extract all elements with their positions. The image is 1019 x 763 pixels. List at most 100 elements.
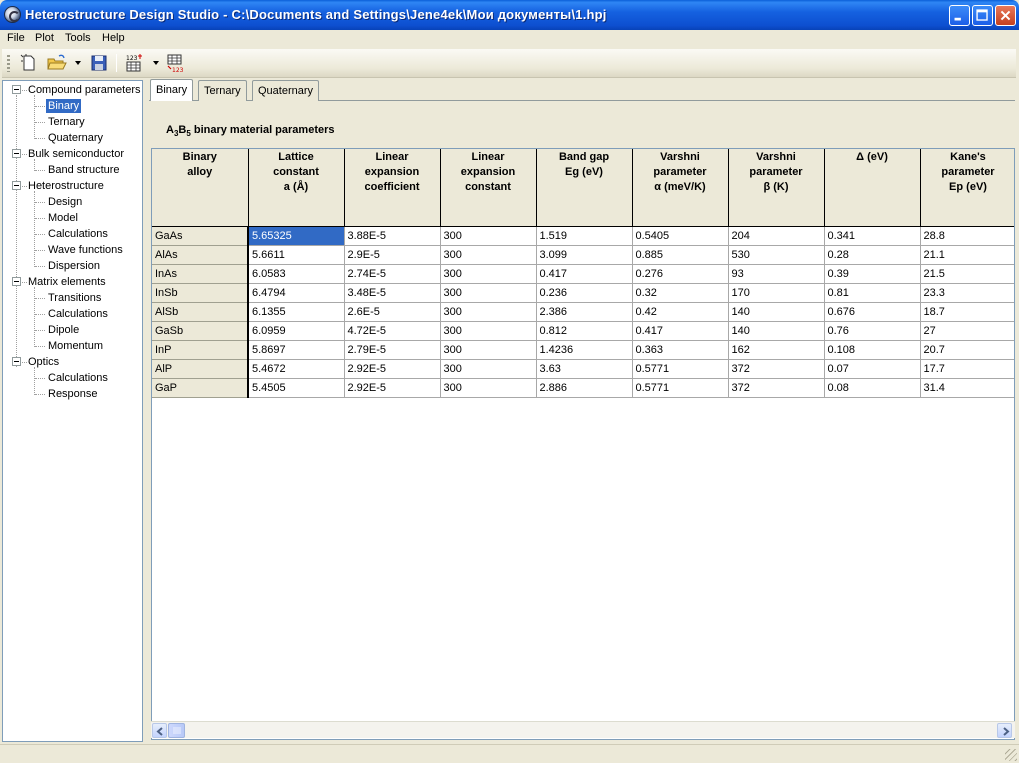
column-header-alloy[interactable]: Binary alloy: [152, 149, 249, 227]
title-bar[interactable]: Heterostructure Design Studio - C:\Docum…: [0, 0, 1019, 30]
tree-item-ternary[interactable]: Ternary: [48, 115, 85, 129]
table-cell[interactable]: 0.236: [536, 283, 633, 303]
new-file-button[interactable]: [18, 53, 40, 73]
close-button[interactable]: [995, 5, 1016, 26]
table-row[interactable]: InSb 6.4794 3.48E-5 300 0.236 0.32 170 0.81 23.3: [152, 283, 1014, 303]
tab-binary[interactable]: Binary: [150, 79, 194, 101]
app-icon[interactable]: [4, 6, 21, 23]
table-cell[interactable]: 0.108: [824, 340, 921, 360]
table-row[interactable]: GaAs 5.65325 3.88E-5 300 1.519 0.5405 204 0.341…: [152, 226, 1014, 246]
tree-collapse-toggle[interactable]: [12, 181, 21, 190]
table-cell[interactable]: 0.32: [632, 283, 729, 303]
table-row[interactable]: InAs 6.0583 2.74E-5 300 0.417 0.276 93 0.39 21.5: [152, 264, 1014, 284]
table-cell[interactable]: 0.812: [536, 321, 633, 341]
tree-group-matrix-elements[interactable]: Matrix elements: [28, 275, 106, 289]
tab-quaternary[interactable]: Quaternary: [252, 80, 320, 101]
table-cell[interactable]: 1.4236: [536, 340, 633, 360]
table-cell[interactable]: 0.39: [824, 264, 921, 284]
table-cell[interactable]: 0.76: [824, 321, 921, 341]
table-dropdown-arrow[interactable]: [153, 61, 159, 65]
table-cell[interactable]: 20.7: [920, 340, 1014, 360]
column-header[interactable]: Varshni parameter α (meV/K): [632, 149, 729, 227]
tree-item-calculations[interactable]: Calculations: [48, 371, 108, 385]
column-header[interactable]: Lattice constant a (Å): [248, 149, 345, 227]
table-cell[interactable]: 2.79E-5: [344, 340, 441, 360]
table-cell[interactable]: 300: [440, 245, 537, 265]
menu-help[interactable]: Help: [102, 32, 125, 44]
table-cell[interactable]: 530: [728, 245, 825, 265]
table-cell[interactable]: 2.386: [536, 302, 633, 322]
tree-item-design[interactable]: Design: [48, 195, 82, 209]
table-cell[interactable]: 0.81: [824, 283, 921, 303]
tree-group-compound-parameters[interactable]: Compound parameters: [28, 83, 141, 97]
table-cell[interactable]: 0.5771: [632, 359, 729, 379]
tree-item-calculations[interactable]: Calculations: [48, 227, 108, 241]
tree-item-model[interactable]: Model: [48, 211, 78, 225]
table-cell[interactable]: 0.363: [632, 340, 729, 360]
table-cell[interactable]: 3.48E-5: [344, 283, 441, 303]
tree-group-heterostructure[interactable]: Heterostructure: [28, 179, 104, 193]
table-cell[interactable]: 1.519: [536, 226, 633, 246]
table-cell[interactable]: 300: [440, 321, 537, 341]
tree-collapse-toggle[interactable]: [12, 149, 21, 158]
tree-collapse-toggle[interactable]: [12, 277, 21, 286]
table-cell[interactable]: 372: [728, 359, 825, 379]
column-header[interactable]: Varshni parameter β (K): [728, 149, 825, 227]
table-cell[interactable]: 0.885: [632, 245, 729, 265]
table-cell[interactable]: 3.63: [536, 359, 633, 379]
table-cell[interactable]: 0.276: [632, 264, 729, 284]
tree-item-calculations[interactable]: Calculations: [48, 307, 108, 321]
table-cell[interactable]: 162: [728, 340, 825, 360]
table-cell[interactable]: 5.4505: [248, 378, 345, 398]
table-cell[interactable]: 0.07: [824, 359, 921, 379]
table-cell[interactable]: 2.9E-5: [344, 245, 441, 265]
table-cell[interactable]: 2.92E-5: [344, 359, 441, 379]
table-cell[interactable]: 93: [728, 264, 825, 284]
table-row[interactable]: GaSb 6.0959 4.72E-5 300 0.812 0.417 140 0.76 27: [152, 321, 1014, 341]
table-cell[interactable]: 300: [440, 226, 537, 246]
menu-file[interactable]: File: [7, 32, 25, 44]
row-header-cell[interactable]: AlSb: [152, 302, 249, 322]
table-cell[interactable]: 140: [728, 302, 825, 322]
table-cell[interactable]: 5.6611: [248, 245, 345, 265]
table-cell[interactable]: 5.65325: [248, 226, 345, 246]
table-row[interactable]: AlAs 5.6611 2.9E-5 300 3.099 0.885 530 0.28 21.1: [152, 245, 1014, 265]
table-cell[interactable]: 21.5: [920, 264, 1014, 284]
table-row[interactable]: GaP 5.4505 2.92E-5 300 2.886 0.5771 372 0.08 31.…: [152, 378, 1014, 398]
row-header-cell[interactable]: InSb: [152, 283, 249, 303]
tree-group-optics[interactable]: Optics: [28, 355, 59, 369]
table-numbers-button[interactable]: 123: [123, 53, 145, 73]
toolbar-grip[interactable]: [7, 55, 10, 72]
table-cell[interactable]: 23.3: [920, 283, 1014, 303]
row-header-cell[interactable]: AlP: [152, 359, 249, 379]
column-header[interactable]: Kane's parameter Ep (eV): [920, 149, 1014, 227]
tree-item-dispersion[interactable]: Dispersion: [48, 259, 100, 273]
table-cell[interactable]: 140: [728, 321, 825, 341]
binary-parameters-grid[interactable]: Binary alloy Lattice constant a (Å) Linear exp…: [151, 148, 1015, 740]
table-row[interactable]: AlP 5.4672 2.92E-5 300 3.63 0.5771 372 0.07 17.7: [152, 359, 1014, 379]
table-cell[interactable]: 3.099: [536, 245, 633, 265]
table-cell[interactable]: 17.7: [920, 359, 1014, 379]
scroll-right-button[interactable]: [997, 723, 1012, 738]
tree-item-quaternary[interactable]: Quaternary: [48, 131, 103, 145]
save-button[interactable]: [88, 53, 110, 73]
column-header[interactable]: Band gap Eg (eV): [536, 149, 633, 227]
menu-tools[interactable]: Tools: [65, 32, 91, 44]
scroll-left-button[interactable]: [152, 723, 167, 738]
table-cell[interactable]: 31.4: [920, 378, 1014, 398]
table-cell[interactable]: 0.42: [632, 302, 729, 322]
table-cell[interactable]: 0.28: [824, 245, 921, 265]
table-cell[interactable]: 170: [728, 283, 825, 303]
table-cell[interactable]: 0.676: [824, 302, 921, 322]
tree-collapse-toggle[interactable]: [12, 357, 21, 366]
table-cell[interactable]: 300: [440, 283, 537, 303]
menu-plot[interactable]: Plot: [35, 32, 54, 44]
table-cell[interactable]: 5.4672: [248, 359, 345, 379]
table-cell[interactable]: 18.7: [920, 302, 1014, 322]
tree-item-band-structure[interactable]: Band structure: [48, 163, 120, 177]
resize-grip[interactable]: [1005, 749, 1017, 761]
table-cell[interactable]: 372: [728, 378, 825, 398]
open-button[interactable]: [46, 53, 68, 73]
tab-ternary[interactable]: Ternary: [198, 80, 247, 101]
table-cell[interactable]: 300: [440, 378, 537, 398]
